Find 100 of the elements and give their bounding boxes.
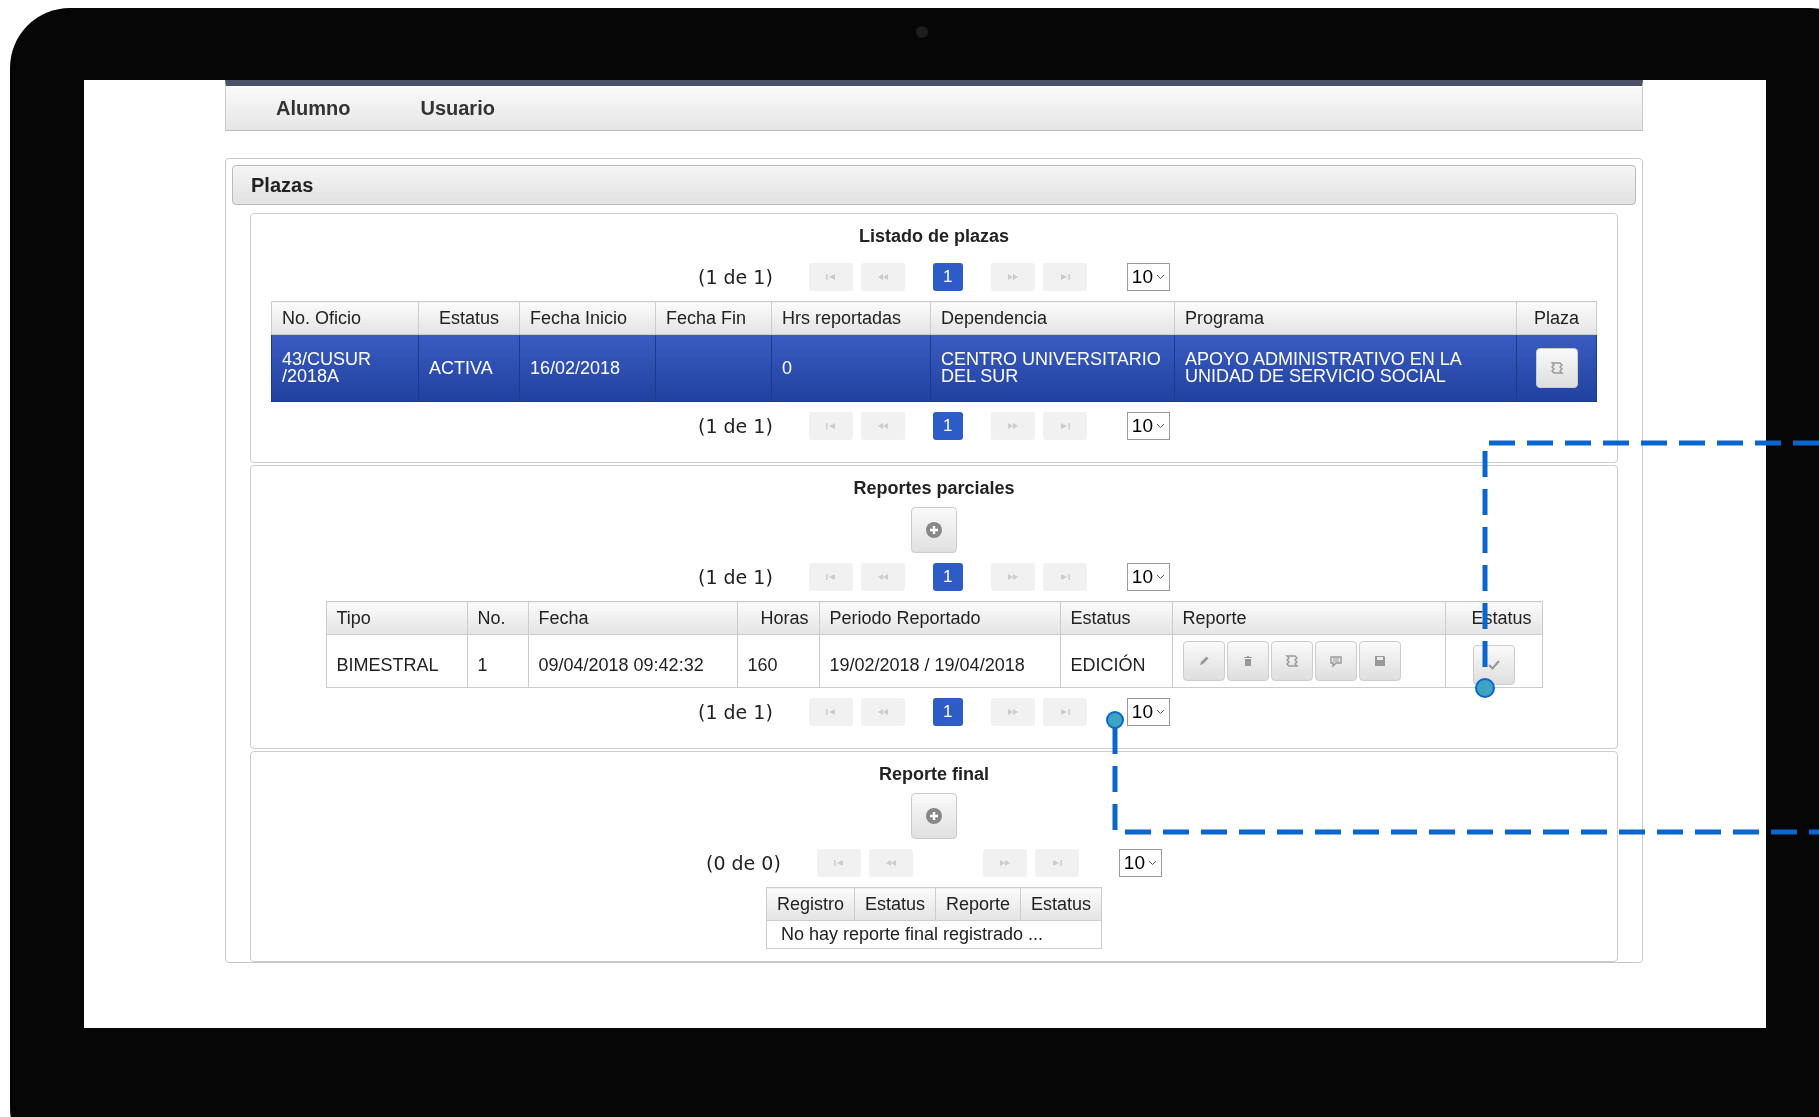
pager-nav-button[interactable]	[1042, 563, 1087, 591]
column-header: Tipo	[326, 601, 467, 635]
pager-nav-button[interactable]	[982, 849, 1027, 877]
menu-item[interactable]: Alumno	[276, 96, 351, 120]
speech-bubble-icon	[1328, 654, 1343, 668]
menu-item[interactable]: Usuario	[420, 96, 495, 120]
first-page-icon	[823, 707, 838, 717]
pager-nav-button[interactable]	[808, 698, 853, 726]
add-button[interactable]	[911, 793, 957, 839]
first-page-icon	[823, 272, 838, 282]
page-size-select[interactable]: 10	[1126, 698, 1170, 726]
page-size-select[interactable]: 10	[1126, 263, 1170, 291]
section-title: Listado de plazas	[858, 226, 1009, 247]
page-number-button[interactable]: 1	[932, 263, 963, 291]
table-cell: BIMESTRAL	[326, 634, 467, 688]
document-button[interactable]	[1535, 348, 1578, 388]
pager-nav-button[interactable]	[860, 698, 905, 726]
empty-table-message: No hay reporte final registrado ...	[766, 920, 1102, 949]
document-icon	[1549, 361, 1564, 375]
pager-nav-button[interactable]	[1042, 412, 1087, 440]
page-summary: (1 de 1)	[698, 266, 773, 288]
table-cell: APOYO ADMINISTRATIVO EN LA UNIDAD DE SERVICIO SOCIAL	[1174, 334, 1517, 402]
chevron-down-icon	[1156, 274, 1165, 280]
first-page-icon	[823, 421, 838, 431]
next-page-icon	[1005, 272, 1020, 282]
table-cell: 09/04/2018 09:42:32	[528, 634, 737, 688]
floppy-disk-button[interactable]	[1358, 641, 1401, 681]
column-header: Registro	[766, 887, 855, 921]
column-header: Periodo Reportado	[819, 601, 1060, 635]
plus-circle-icon	[925, 521, 943, 539]
pencil-button[interactable]	[1182, 641, 1225, 681]
column-header: No.	[467, 601, 528, 635]
pager-nav-button[interactable]	[860, 263, 905, 291]
table-cell: 0	[771, 334, 931, 402]
pager-nav-button[interactable]	[808, 412, 853, 440]
page-summary: (1 de 1)	[698, 701, 773, 723]
column-header: Estatus	[1060, 601, 1172, 635]
table-cell: 1	[467, 634, 528, 688]
section-title: Reporte final	[879, 764, 989, 785]
page-number-button[interactable]: 1	[932, 412, 963, 440]
table-cell: 19/02/2018 / 19/04/2018	[819, 634, 1060, 688]
column-header: Hrs reportadas	[771, 301, 931, 335]
page-summary: (1 de 1)	[698, 566, 773, 588]
pager-nav-button[interactable]	[990, 698, 1035, 726]
plus-circle-icon	[925, 807, 943, 825]
pager-nav-button[interactable]	[1042, 698, 1087, 726]
first-page-icon	[823, 572, 838, 582]
table-cell: 160	[737, 634, 819, 688]
pager-nav-button[interactable]	[990, 412, 1035, 440]
page-number-button[interactable]: 1	[932, 698, 963, 726]
column-header: Estatus	[1020, 887, 1102, 921]
panel-title: Plazas	[251, 173, 314, 197]
table-cell: CENTRO UNIVERSITARIO DEL SUR	[930, 334, 1175, 402]
column-header: Reporte	[935, 887, 1021, 921]
checkmark-button[interactable]	[1472, 645, 1515, 685]
table-cell: ACTIVA	[418, 334, 520, 402]
next-page-icon	[997, 858, 1012, 868]
column-header: Reporte	[1172, 601, 1445, 635]
chevron-down-icon	[1156, 423, 1165, 429]
pager-nav-button[interactable]	[990, 563, 1035, 591]
column-header: Estatus	[418, 301, 520, 335]
chevron-down-icon	[1148, 860, 1157, 866]
column-header: Plaza	[1516, 301, 1597, 335]
column-header: Horas	[737, 601, 819, 635]
page-size-select[interactable]: 10	[1118, 849, 1162, 877]
speech-bubble-button[interactable]	[1314, 641, 1357, 681]
table-row[interactable]: 43/CUSUR /2018A ACTIVA 16/02/2018 0 CENTRO UNIVERSITARIO DEL SUR APOYO ADMINISTRATIVO EN LA UNIDAD DE SERVICIO SOCIAL	[271, 334, 1597, 402]
table-cell: 43/CUSUR /2018A	[271, 334, 419, 402]
column-header: Dependencia	[930, 301, 1175, 335]
checkmark-icon	[1486, 658, 1501, 672]
next-page-icon	[1005, 707, 1020, 717]
pager-nav-button[interactable]	[868, 849, 913, 877]
page-size-select[interactable]: 10	[1126, 563, 1170, 591]
pager-nav-button[interactable]	[1042, 263, 1087, 291]
trash-button[interactable]	[1226, 641, 1269, 681]
next-page-icon	[1005, 421, 1020, 431]
page-number-button[interactable]: 1	[932, 563, 963, 591]
next-page-icon	[1005, 572, 1020, 582]
page-size-select[interactable]: 10	[1126, 412, 1170, 440]
pager-nav-button[interactable]	[816, 849, 861, 877]
first-page-icon	[831, 858, 846, 868]
table-cell: EDICIÓN	[1060, 634, 1172, 688]
pager-nav-button[interactable]	[990, 263, 1035, 291]
column-header: No. Oficio	[271, 301, 419, 335]
chevron-down-icon	[1156, 574, 1165, 580]
column-header: Fecha	[528, 601, 737, 635]
table-row[interactable]: BIMESTRAL 1 09/04/2018 09:42:32 160 19/02/2018 / 19/04/2018 EDICIÓN	[326, 634, 1542, 688]
document-icon	[1284, 654, 1299, 668]
pager-nav-button[interactable]	[808, 263, 853, 291]
page-summary: (1 de 1)	[698, 415, 773, 437]
add-button[interactable]	[911, 507, 957, 553]
pager-nav-button[interactable]	[860, 412, 905, 440]
page-summary: (0 de 0)	[706, 852, 781, 874]
pager-nav-button[interactable]	[808, 563, 853, 591]
chevron-down-icon	[1156, 709, 1165, 715]
pager-nav-button[interactable]	[1034, 849, 1079, 877]
column-header: Fecha Fin	[655, 301, 772, 335]
table-cell: 16/02/2018	[519, 334, 656, 402]
pager-nav-button[interactable]	[860, 563, 905, 591]
section-title: Reportes parciales	[853, 478, 1015, 499]
